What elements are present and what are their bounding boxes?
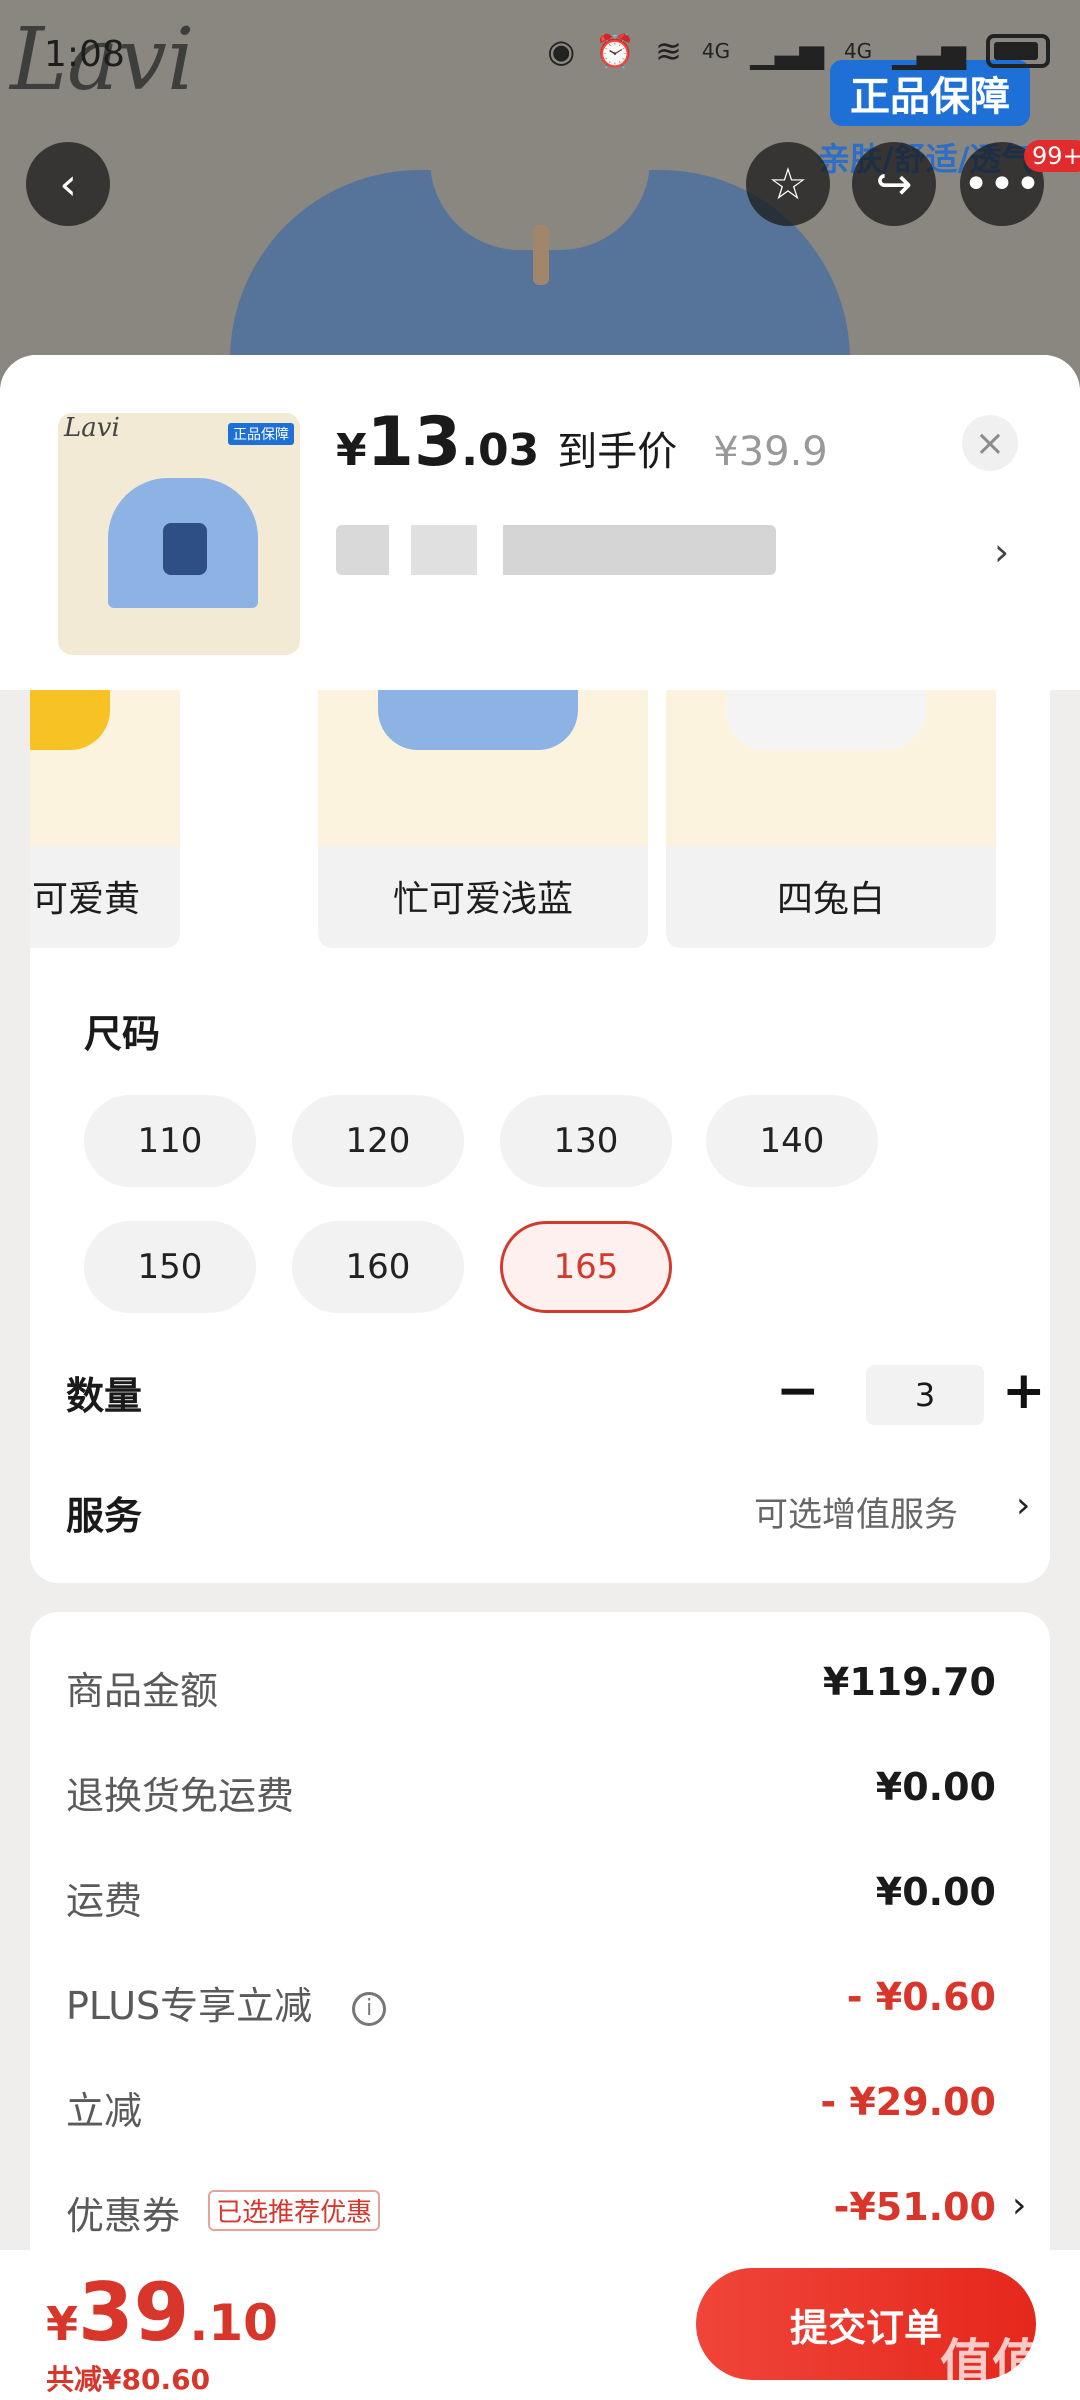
color-option-label: 忙可爱浅蓝 xyxy=(392,879,573,920)
battery-icon xyxy=(986,34,1050,68)
color-option-yellow[interactable]: 亡可爱黄 xyxy=(30,690,180,948)
total-integer: 39 xyxy=(78,2266,190,2359)
favorite-button[interactable]: ☆ xyxy=(746,142,830,226)
swatch-image xyxy=(30,690,180,846)
thumbnail-print xyxy=(163,523,207,575)
swatch-image xyxy=(666,690,996,846)
summary-value: - ¥0.60 xyxy=(846,1975,996,2019)
coupon-recommended-tag: 已选推荐优惠 xyxy=(208,2190,381,2231)
plus-discount-label: PLUS专享立减 xyxy=(66,1984,313,2028)
swatch-shirt xyxy=(30,690,110,750)
final-price-label: 到手价 xyxy=(557,429,678,475)
watermark-url: zhizhizhi.com xyxy=(942,2378,1051,2397)
summary-row-coupon[interactable]: 优惠券 已选推荐优惠 -¥51.00 xyxy=(66,2171,996,2251)
size-option-160[interactable]: 160 xyxy=(292,1221,464,1313)
summary-label: 退换货免运费 xyxy=(66,1774,295,1818)
status-icons: ◉ ⏰ ≋ 4G ▁▃▅ 4G ▁▃▅ xyxy=(547,32,1050,70)
status-bar: 1:08 ◉ ⏰ ≋ 4G ▁▃▅ 4G ▁▃▅ xyxy=(0,0,1080,100)
size-option-120[interactable]: 120 xyxy=(292,1095,464,1187)
summary-label: 立减 xyxy=(66,2089,143,2133)
size-option-140[interactable]: 140 xyxy=(706,1095,878,1187)
total-saved: 共减¥80.60 xyxy=(46,2363,211,2396)
product-header: Lavi 正品保障 ¥ 13 .03 到手价 ¥39.9 × › xyxy=(0,355,1080,690)
price-decimal: .03 xyxy=(461,425,540,476)
summary-value: ¥0.00 xyxy=(875,1765,996,1809)
summary-value: ¥119.70 xyxy=(822,1660,996,1704)
price-row: ¥ 13 .03 到手价 ¥39.9 xyxy=(336,403,828,482)
swatch-image xyxy=(318,690,648,846)
size-option-130[interactable]: 130 xyxy=(500,1095,672,1187)
size-option-110[interactable]: 110 xyxy=(84,1095,256,1187)
alarm-icon: ⏰ xyxy=(595,32,636,70)
quantity-input[interactable]: 3 xyxy=(866,1365,984,1425)
summary-row-free-return: 退换货免运费 ¥0.00 xyxy=(66,1751,996,1831)
chevron-right-icon[interactable]: › xyxy=(1012,2185,1026,2226)
color-option-light-blue[interactable]: 忙可爱浅蓝 xyxy=(318,690,648,948)
thumbnail-logo: Lavi xyxy=(64,413,120,443)
back-icon: ‹ xyxy=(59,158,77,210)
summary-row-shipping: 运费 ¥0.00 xyxy=(66,1856,996,1936)
summary-row-goods-amount: 商品金额 ¥119.70 xyxy=(66,1646,996,1726)
signal-icon: ▁▃▅ xyxy=(750,32,824,70)
signal-label-2: 4G xyxy=(843,39,873,63)
product-thumbnail: Lavi 正品保障 xyxy=(58,413,300,655)
total-currency: ¥ xyxy=(46,2297,79,2351)
close-icon: × xyxy=(974,422,1006,464)
summary-row-plus-discount: PLUS专享立减 i - ¥0.60 xyxy=(66,1961,996,2041)
swatch-shirt xyxy=(378,690,578,750)
share-icon: ↪ xyxy=(875,158,913,210)
original-price: ¥39.9 xyxy=(713,429,828,475)
close-button[interactable]: × xyxy=(962,415,1018,471)
total-price: ¥ 39 .10 xyxy=(46,2266,278,2359)
order-confirmation-screen: Lavi 正品保障 亲肤/舒适/透气 1:08 ◉ ⏰ ≋ 4G ▁▃▅ 4G … xyxy=(0,0,1080,2400)
delivery-address-blurred[interactable] xyxy=(336,525,776,575)
size-option-165-selected[interactable]: 165 xyxy=(500,1221,672,1313)
chevron-right-icon[interactable]: › xyxy=(994,530,1009,574)
star-icon: ☆ xyxy=(768,158,808,210)
summary-label: 运费 xyxy=(66,1879,143,1923)
status-time: 1:08 xyxy=(44,34,125,75)
price-integer: 13 xyxy=(366,403,462,482)
color-option-label: 四兔白 xyxy=(776,879,885,920)
quantity-row: 数量 − 3 + xyxy=(66,1355,1046,1435)
summary-value: -¥51.00 xyxy=(833,2185,996,2229)
quantity-minus-button[interactable]: − xyxy=(776,1361,820,1421)
summary-label: 商品金额 xyxy=(66,1669,219,1713)
color-option-white[interactable]: 四兔白 xyxy=(666,690,996,948)
thumbnail-badge: 正品保障 xyxy=(228,423,294,445)
coupon-label: 优惠券 xyxy=(66,2194,181,2238)
order-sheet: 亡可爱黄 忙可爱浅蓝 四兔白 尺码 110 120 130 xyxy=(0,355,1080,2400)
tshirt-tag xyxy=(533,225,549,285)
wifi-icon: ≋ xyxy=(655,32,682,70)
checkout-bar: ¥ 39 .10 共减¥80.60 提交订单 xyxy=(0,2250,1080,2400)
chevron-right-icon[interactable]: › xyxy=(1016,1485,1030,1526)
cart-count-badge: 99+ xyxy=(1024,140,1080,172)
size-title: 尺码 xyxy=(84,1012,161,1056)
summary-label: PLUS专享立减 i xyxy=(66,1975,387,2030)
summary-value: ¥0.00 xyxy=(875,1870,996,1914)
eye-icon: ◉ xyxy=(547,32,576,70)
total-decimal: .10 xyxy=(189,2294,278,2352)
signal-icon: ▁▃▅ xyxy=(892,32,966,70)
quantity-title: 数量 xyxy=(66,1374,143,1418)
share-button[interactable]: ↪ xyxy=(852,142,936,226)
info-icon[interactable]: i xyxy=(352,1992,387,2026)
swatch-shirt xyxy=(726,690,926,750)
signal-label-1: 4G xyxy=(701,39,731,63)
size-option-150[interactable]: 150 xyxy=(84,1221,256,1313)
currency-symbol: ¥ xyxy=(336,425,367,476)
summary-value: - ¥29.00 xyxy=(820,2080,996,2124)
color-option-label: 亡可爱黄 xyxy=(30,879,140,920)
back-button[interactable]: ‹ xyxy=(26,142,110,226)
quantity-plus-button[interactable]: + xyxy=(1002,1361,1046,1421)
summary-label: 优惠券 已选推荐优惠 xyxy=(66,2185,381,2240)
summary-row-instant-discount: 立减 - ¥29.00 xyxy=(66,2066,996,2146)
service-title: 服务 xyxy=(66,1494,143,1538)
service-selector[interactable]: 可选增值服务 xyxy=(754,1487,958,1536)
